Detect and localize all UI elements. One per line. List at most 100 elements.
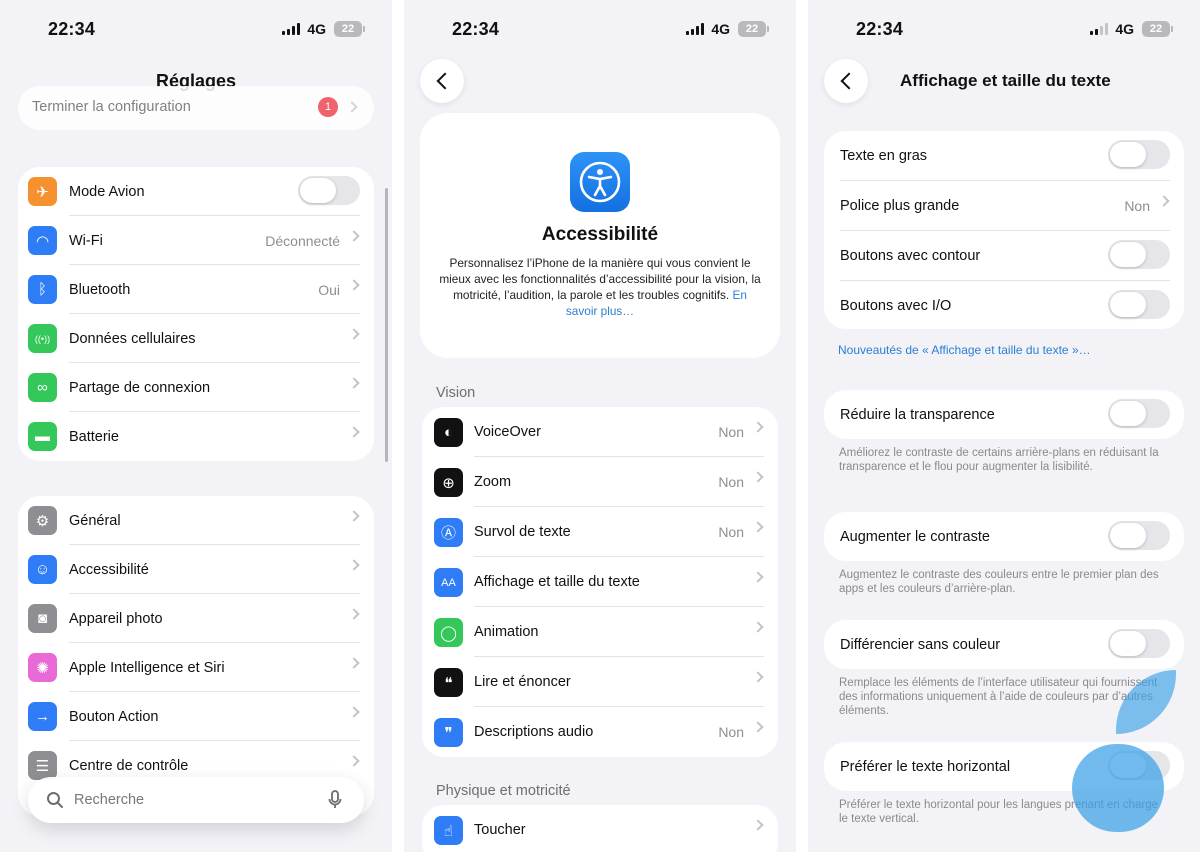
row-value: Déconnecté [265, 232, 340, 249]
list-item[interactable]: ✺ Apple Intelligence et Siri [18, 643, 374, 692]
list-item[interactable]: ⊕ Zoom Non [422, 457, 778, 507]
audio-description-icon: ❞ [434, 718, 463, 747]
general-group: ⚙ Général ☺ Accessibilité ◙ Appareil photo ✺ Ap… [18, 496, 374, 816]
chevron-right-icon [348, 377, 360, 389]
signal-icon [1090, 23, 1108, 35]
settings-panel: 22:34 4G 22 Réglages Terminer la configu… [0, 0, 392, 852]
row-label: Lire et énoncer [474, 674, 571, 690]
list-item[interactable]: Ⓐ Survol de texte Non [422, 507, 778, 557]
chevron-right-icon [348, 279, 360, 291]
toggle-switch[interactable] [1108, 290, 1170, 319]
list-item[interactable]: ᛒ Bluetooth Oui [18, 265, 374, 314]
list-item[interactable]: ◐ VoiceOver Non [422, 407, 778, 457]
row-label: Mode Avion [69, 183, 145, 200]
reduce-transparency-toggle[interactable] [1108, 399, 1170, 428]
row-value: Oui [318, 281, 340, 298]
row-label: Préférer le texte horizontal [840, 758, 1011, 775]
chevron-right-icon [348, 559, 360, 571]
connectivity-group: ✈ Mode Avion ◠ Wi-Fi Déconnecté ᛒ Bluetooth Oui… [18, 167, 374, 461]
hotspot-icon: ∞ [28, 373, 57, 402]
physique-group: ☝ Toucher [422, 805, 778, 852]
differentiate-toggle[interactable] [1108, 629, 1170, 658]
back-button[interactable] [420, 59, 464, 103]
row-label: Toucher [474, 822, 526, 838]
chevron-right-icon [348, 657, 360, 669]
chevron-right-icon [348, 706, 360, 718]
toggle-switch[interactable] [298, 176, 360, 205]
voiceover-icon: ◐ [434, 418, 463, 447]
accessibility-icon [570, 152, 630, 212]
status-time: 22:34 [856, 19, 904, 39]
differentiate-group: Différencier sans couleur [824, 620, 1184, 669]
increase-contrast-row[interactable]: Augmenter le contraste [824, 512, 1184, 561]
row-label: VoiceOver [474, 424, 541, 440]
row-label: Boutons avec contour [840, 248, 981, 264]
chevron-right-icon [752, 421, 764, 433]
signal-icon [282, 23, 300, 35]
row-value: Non [718, 424, 744, 440]
list-item[interactable]: ☝ Toucher [422, 805, 778, 852]
list-item[interactable]: Texte en gras [824, 131, 1184, 181]
status-time: 22:34 [452, 19, 500, 39]
list-item[interactable]: ◙ Appareil photo [18, 594, 374, 643]
differentiate-row[interactable]: Différencier sans couleur [824, 620, 1184, 669]
row-label: Animation [474, 624, 539, 640]
chevron-right-icon [752, 471, 764, 483]
hero-description: Personnalisez l’iPhone de la manière qui… [436, 255, 764, 319]
list-item[interactable]: ❞ Descriptions audio Non [422, 707, 778, 757]
chevron-right-icon [346, 101, 358, 113]
setup-banner[interactable]: Terminer la configuration 1 [18, 86, 374, 130]
list-item[interactable]: Police plus grande Non [824, 181, 1184, 231]
back-button[interactable] [824, 59, 868, 103]
row-label: Partage de connexion [69, 379, 211, 396]
zoom-icon: ⊕ [434, 468, 463, 497]
status-bar: 22:34 4G 22 [808, 0, 1200, 58]
whats-new-link[interactable]: Nouveautés de « Affichage et taille du t… [838, 343, 1091, 357]
list-item[interactable]: ▬ Batterie [18, 412, 374, 461]
battery-status-icon: 22 [334, 21, 365, 37]
row-label: Données cellulaires [69, 330, 196, 347]
chevron-right-icon [348, 608, 360, 620]
list-item[interactable]: ((•)) Données cellulaires [18, 314, 374, 363]
list-item[interactable]: Boutons avec contour [824, 231, 1184, 281]
battery-status-icon: 22 [1142, 21, 1173, 37]
row-value: Non [1124, 198, 1150, 214]
row-label: Augmenter le contraste [840, 528, 990, 545]
search-bar[interactable]: Recherche [28, 777, 364, 823]
accessibility-icon: ☺ [28, 555, 57, 584]
status-bar: 22:34 4G 22 [0, 0, 392, 58]
list-item[interactable]: ☺ Accessibilité [18, 545, 374, 594]
notification-badge: 1 [318, 97, 338, 117]
chevron-right-icon [752, 621, 764, 633]
screenshot-stage: 22:34 4G 22 Réglages Terminer la configu… [0, 0, 1200, 852]
row-value: Non [718, 724, 744, 740]
toggle-switch[interactable] [1108, 240, 1170, 269]
section-header-vision: Vision [436, 385, 476, 401]
accessibility-panel: 22:34 4G 22 Accessibilité Personnalisez … [404, 0, 796, 852]
list-item[interactable]: ∞ Partage de connexion [18, 363, 374, 412]
row-label: Descriptions audio [474, 724, 594, 740]
list-item[interactable]: AA Affichage et taille du texte [422, 557, 778, 607]
reduce-transparency-row[interactable]: Réduire la transparence [824, 390, 1184, 439]
network-label: 4G [1115, 21, 1134, 37]
list-item[interactable]: ✈ Mode Avion [18, 167, 374, 216]
chevron-right-icon [348, 426, 360, 438]
increase-contrast-toggle[interactable] [1108, 521, 1170, 550]
list-item[interactable]: ❝ Lire et énoncer [422, 657, 778, 707]
chevron-right-icon [752, 671, 764, 683]
row-label: Général [69, 512, 121, 529]
list-item[interactable]: Boutons avec I/O [824, 281, 1184, 329]
signal-icon [686, 23, 704, 35]
accessibility-hero-card: Accessibilité Personnalisez l’iPhone de … [420, 113, 780, 358]
scrollbar[interactable] [385, 188, 388, 462]
microphone-icon[interactable] [328, 790, 342, 810]
chevron-right-icon [1158, 195, 1170, 207]
list-item[interactable]: ⚙ Général [18, 496, 374, 545]
toggle-switch[interactable] [1108, 140, 1170, 169]
list-item[interactable]: ◠ Wi-Fi Déconnecté [18, 216, 374, 265]
list-item[interactable]: ◯ Animation [422, 607, 778, 657]
chevron-right-icon [752, 571, 764, 583]
search-placeholder: Recherche [74, 792, 145, 808]
list-item[interactable]: → Bouton Action [18, 692, 374, 741]
reduce-transparency-footer: Améliorez le contraste de certains arriè… [839, 447, 1159, 473]
